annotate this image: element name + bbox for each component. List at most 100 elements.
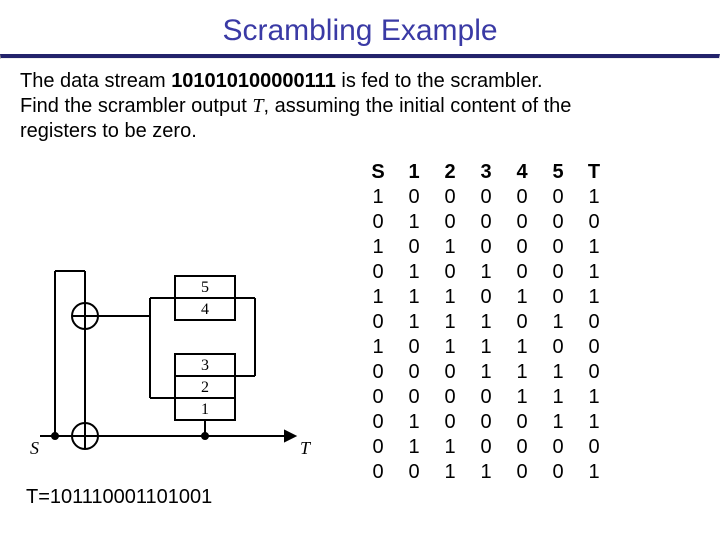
cell: 1 [576, 185, 612, 210]
cell: 0 [504, 210, 540, 235]
cell: 0 [540, 460, 576, 485]
cell: 0 [396, 360, 432, 385]
result-line: T=101110001101001 [26, 486, 212, 509]
text-line2a: Find the scrambler output [20, 95, 252, 117]
cell: 1 [468, 260, 504, 285]
cell: 0 [432, 210, 468, 235]
cell: 0 [432, 410, 468, 435]
tap-5: 5 [201, 279, 209, 296]
cell: 0 [396, 235, 432, 260]
cell: 0 [360, 435, 396, 460]
cell: 0 [468, 235, 504, 260]
cell: 1 [432, 235, 468, 260]
cell: 1 [360, 335, 396, 360]
cell: 0 [360, 260, 396, 285]
cell: 0 [468, 435, 504, 460]
cell: 0 [540, 210, 576, 235]
tap-4: 4 [201, 301, 209, 318]
cell: 0 [540, 335, 576, 360]
cell: 0 [396, 335, 432, 360]
cell: 1 [468, 310, 504, 335]
col-S: S [360, 160, 396, 185]
cell: 0 [360, 210, 396, 235]
cell: 1 [576, 260, 612, 285]
col-1: 1 [396, 160, 432, 185]
tap-3: 3 [201, 357, 209, 374]
cell: 0 [360, 410, 396, 435]
cell: 0 [396, 385, 432, 410]
col-2: 2 [432, 160, 468, 185]
cell: 1 [468, 360, 504, 385]
cell: 0 [468, 185, 504, 210]
result-label: T= [26, 486, 50, 508]
cell: 0 [360, 385, 396, 410]
t-label: T [300, 438, 312, 458]
tap-2: 2 [201, 379, 209, 396]
cell: 1 [396, 435, 432, 460]
cell: 0 [396, 185, 432, 210]
text-line3: registers to be zero. [20, 120, 197, 142]
cell: 1 [432, 335, 468, 360]
text-line2b: , assuming the initial content of the [263, 95, 571, 117]
col-T: T [576, 160, 612, 185]
cell: 1 [432, 460, 468, 485]
cell: 1 [576, 410, 612, 435]
cell: 1 [540, 385, 576, 410]
cell: 0 [504, 235, 540, 260]
cell: 1 [540, 360, 576, 385]
col-4: 4 [504, 160, 540, 185]
cell: 0 [396, 460, 432, 485]
cell: 1 [576, 460, 612, 485]
s-label: S [30, 438, 39, 458]
cell: 1 [576, 385, 612, 410]
cell: 0 [360, 460, 396, 485]
cell: 1 [432, 435, 468, 460]
cell: 0 [576, 310, 612, 335]
cell: 0 [540, 285, 576, 310]
cell: 1 [540, 410, 576, 435]
cell: 1 [360, 235, 396, 260]
cell: 0 [504, 310, 540, 335]
cell: 0 [468, 410, 504, 435]
tap-1: 1 [201, 401, 209, 418]
cell: 0 [576, 360, 612, 385]
cell: 1 [504, 360, 540, 385]
cell: 1 [504, 335, 540, 360]
cell: 1 [396, 310, 432, 335]
problem-text: The data stream 101010100000111 is fed t… [20, 69, 700, 144]
cell: 1 [504, 285, 540, 310]
result-value: 101110001101001 [50, 486, 212, 508]
cell: 0 [504, 260, 540, 285]
cell: 0 [540, 235, 576, 260]
cell: 0 [576, 335, 612, 360]
cell: 1 [396, 210, 432, 235]
page-title: Scrambling Example [0, 0, 720, 54]
cell: 1 [504, 385, 540, 410]
cell: 0 [468, 210, 504, 235]
cell: 0 [540, 185, 576, 210]
cell: 1 [396, 260, 432, 285]
cell: 0 [432, 360, 468, 385]
cell: 0 [360, 360, 396, 385]
scrambler-diagram: S T 5 4 3 2 1 [30, 256, 320, 476]
cell: 0 [504, 435, 540, 460]
cell: 1 [432, 310, 468, 335]
cell: 0 [504, 185, 540, 210]
t-var: T [252, 95, 263, 117]
cell: 0 [576, 210, 612, 235]
cell: 0 [432, 385, 468, 410]
text-line1a: The data stream [20, 70, 171, 92]
cell: 1 [540, 310, 576, 335]
cell: 0 [504, 410, 540, 435]
cell: 1 [396, 285, 432, 310]
content-area: The data stream 101010100000111 is fed t… [0, 59, 720, 144]
cell: 1 [432, 285, 468, 310]
cell: 1 [468, 460, 504, 485]
stream-bits: 101010100000111 [171, 70, 336, 92]
cell: 1 [396, 410, 432, 435]
cell: 1 [468, 335, 504, 360]
cell: 1 [576, 285, 612, 310]
cell: 0 [504, 460, 540, 485]
col-5: 5 [540, 160, 576, 185]
text-line1b: is fed to the scrambler. [336, 70, 543, 92]
